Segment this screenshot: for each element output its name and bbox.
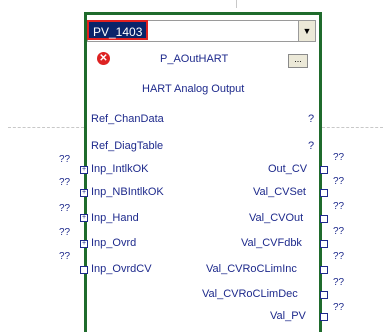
block-type-label: P_AOutHART — [160, 53, 229, 65]
input-wire-label: ?? — [59, 203, 71, 214]
input-label: Inp_IntlkOK — [91, 163, 149, 175]
top-tick — [236, 0, 237, 8]
config-button[interactable]: ... — [288, 54, 308, 68]
output-pin[interactable] — [320, 215, 328, 223]
tag-combobox[interactable]: PV_1403 ▼ — [87, 20, 316, 42]
output-label: Val_CVRoCLimDec — [202, 288, 298, 300]
param-label: Ref_ChanData — [91, 113, 164, 125]
output-wire-label: ?? — [333, 277, 345, 288]
param-value: ? — [308, 140, 315, 152]
output-label: Val_PV — [270, 310, 306, 322]
output-pin[interactable] — [320, 313, 328, 321]
input-pin[interactable]: + — [80, 214, 88, 222]
tag-name-field[interactable]: PV_1403 — [87, 20, 149, 40]
input-pin[interactable]: + — [80, 240, 88, 248]
input-label: Inp_Ovrd — [91, 237, 137, 249]
right-sheet-border — [322, 127, 383, 128]
output-wire-label: ?? — [333, 152, 345, 163]
x-circle-icon: ✕ — [97, 52, 110, 65]
input-wire-label: ?? — [59, 154, 71, 165]
input-pin[interactable]: + — [80, 189, 88, 197]
output-wire-label: ?? — [333, 201, 345, 212]
param-label: Ref_DiagTable — [91, 140, 164, 152]
output-label: Val_CVOut — [249, 212, 304, 224]
input-pin[interactable]: + — [80, 166, 88, 174]
output-wire-label: ?? — [333, 226, 345, 237]
output-label: Val_CVRoCLimInc — [206, 263, 297, 275]
output-wire-label: ?? — [333, 176, 345, 187]
input-wire-label: ?? — [59, 251, 71, 262]
output-pin[interactable] — [320, 189, 328, 197]
input-wire-label: ?? — [59, 177, 71, 188]
output-pin[interactable] — [320, 266, 328, 274]
input-label: Inp_NBIntlkOK — [91, 186, 164, 198]
output-label: Val_CVFdbk — [241, 237, 302, 249]
output-wire-label: ?? — [333, 302, 345, 313]
param-value: ? — [308, 113, 315, 125]
output-label: Out_CV — [268, 163, 308, 175]
block-description: HART Analog Output — [142, 83, 245, 95]
input-pin[interactable] — [80, 266, 88, 274]
output-label: Val_CVSet — [253, 186, 306, 198]
output-wire-label: ?? — [333, 251, 345, 262]
left-sheet-border — [8, 127, 84, 128]
input-label: Inp_Hand — [91, 212, 139, 224]
output-pin[interactable] — [320, 166, 328, 174]
output-pin[interactable] — [320, 240, 328, 248]
input-label: Inp_OvrdCV — [91, 263, 152, 275]
dropdown-arrow-icon[interactable]: ▼ — [298, 21, 315, 41]
input-wire-label: ?? — [59, 227, 71, 238]
output-pin[interactable] — [320, 291, 328, 299]
